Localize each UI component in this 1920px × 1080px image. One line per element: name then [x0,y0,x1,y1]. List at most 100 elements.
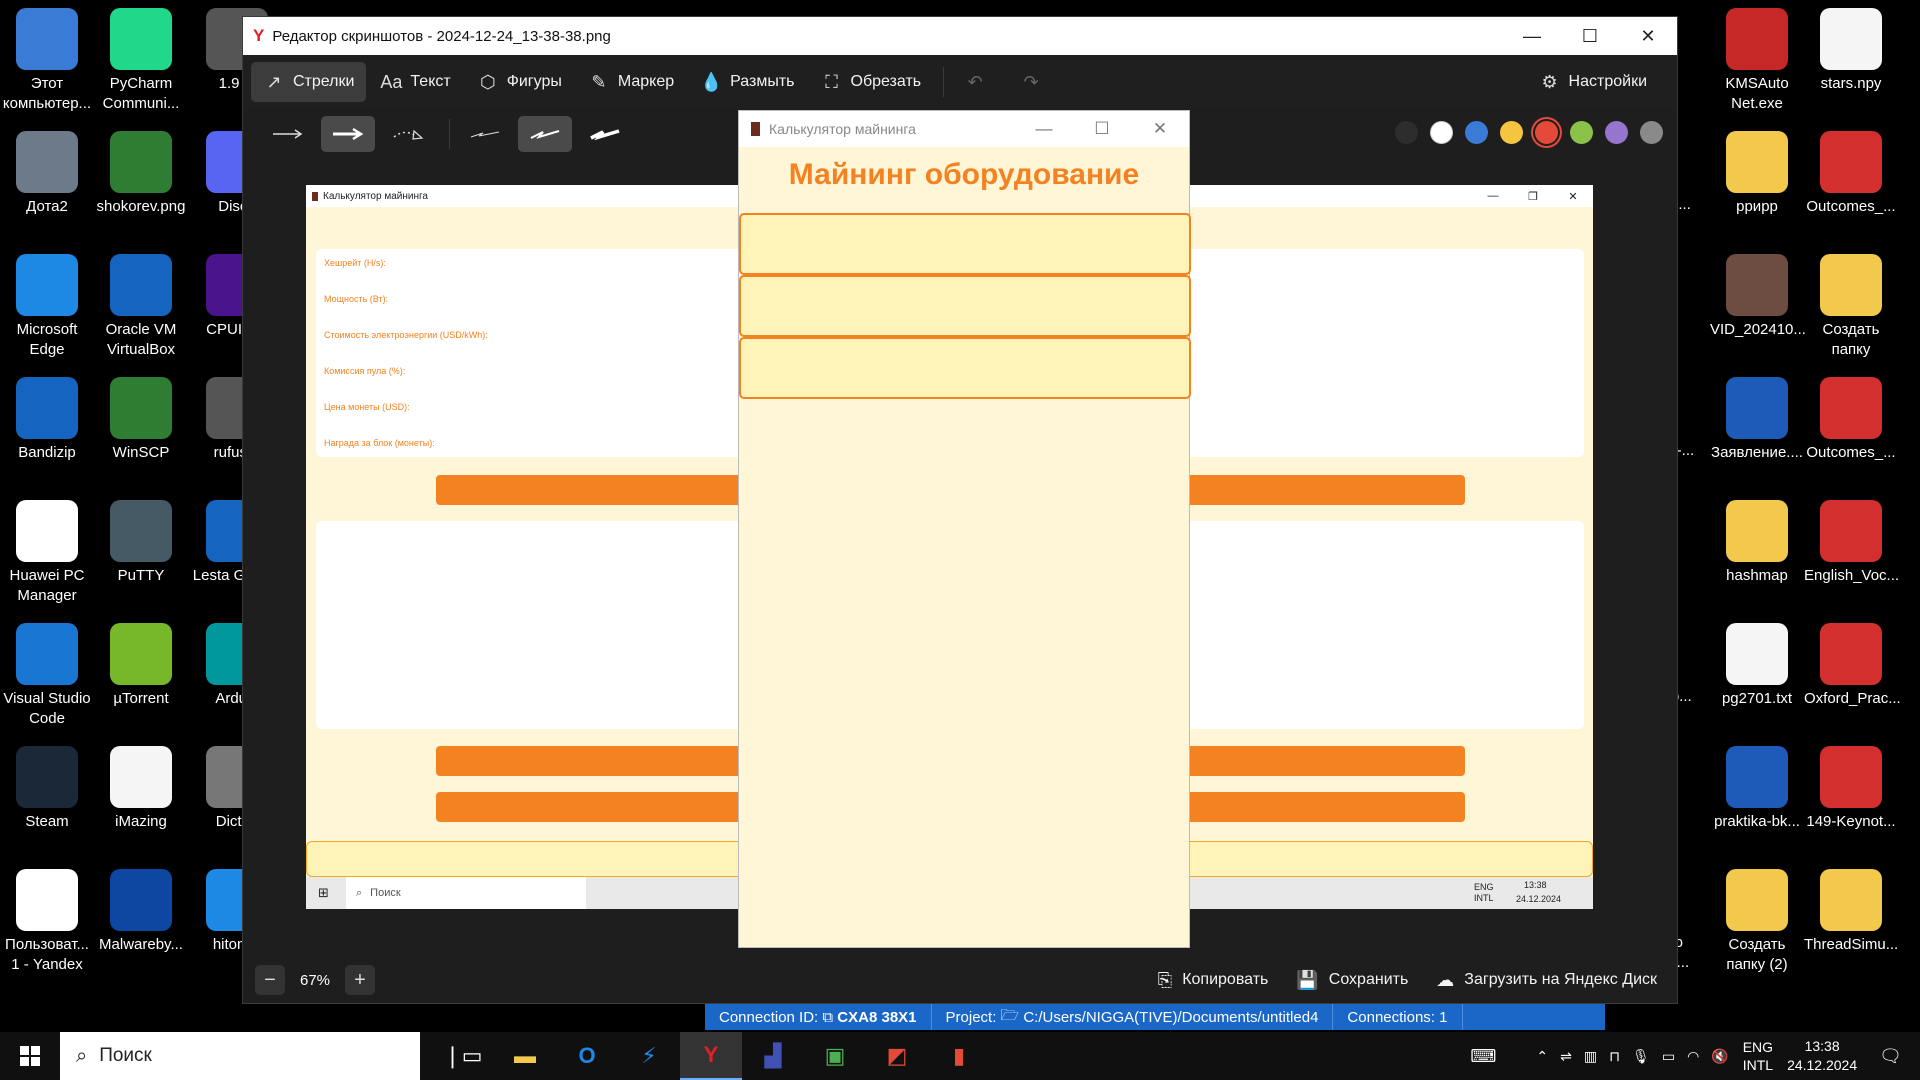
color-swatch[interactable] [1395,121,1418,144]
color-palette [1383,121,1663,144]
desktop-icon[interactable]: Заявление.... [1710,377,1804,463]
undo-button[interactable]: ↶ [952,62,1006,102]
desktop-icon[interactable]: ThreadSimu... [1804,869,1898,955]
desktop-icon[interactable]: stars.npy [1804,8,1898,94]
desktop-icon[interactable]: Outcomes_... [1804,377,1898,463]
color-swatch[interactable] [1535,121,1558,144]
notifications-icon[interactable]: 🗨 [1879,1046,1902,1067]
desktop-icon[interactable]: Visual Studio Code [0,623,94,729]
close-icon[interactable]: ✕ [1619,26,1677,47]
redo-button[interactable]: ↷ [1008,62,1062,102]
line-width-thick[interactable] [578,116,632,152]
line-width-thin[interactable] [458,116,512,152]
zoom-in-button[interactable]: + [345,965,375,995]
color-swatch[interactable] [1465,121,1488,144]
pycharm-taskbar-button[interactable]: ◩ [866,1032,928,1080]
desktop-icon[interactable]: Oxford_Prac... [1804,623,1901,709]
task-view-button[interactable]: ❘▭ [432,1032,494,1080]
desktop-icon[interactable]: English_Voc... [1804,500,1899,586]
keyboard-icon[interactable]: ⌨ [1470,1046,1496,1067]
chart-app-taskbar-button[interactable]: ▟ [742,1032,804,1080]
zoom-out-button[interactable]: − [255,965,285,995]
desktop-icon[interactable]: PyCharm Communi... [94,8,188,114]
desktop-icon[interactable]: hashmap [1710,500,1804,586]
chevron-up-icon[interactable]: ⌃ [1536,1048,1548,1065]
desktop-icon[interactable]: WinSCP [94,377,188,463]
desktop-icon[interactable]: Создать папку (2) [1710,869,1804,975]
taskbar-search[interactable]: ⌕ Поиск [60,1032,420,1080]
network-icon[interactable]: ⇌ [1560,1048,1572,1065]
desktop-app-icon [1820,8,1882,70]
desktop-icon[interactable]: Oracle VM VirtualBox [94,254,188,360]
desktop-icon[interactable]: Дота2 [0,131,94,217]
maximize-icon[interactable]: ☐ [1561,26,1619,47]
tool-shapes[interactable]: ⬡ Фигуры [465,62,574,102]
desktop-icon[interactable]: Huawei PC Manager [0,500,94,606]
calculator-window[interactable]: Калькулятор майнинга — ☐ ✕ Майнинг оборудо… [738,110,1191,948]
copy-button[interactable]: ⎘ Копировать [1158,970,1269,991]
desktop-icon[interactable]: Bandizip [0,377,94,463]
tool-blur[interactable]: 💧 Размыть [688,62,806,102]
color-swatch[interactable] [1570,121,1593,144]
desktop-icon[interactable]: pg2701.txt [1710,623,1804,709]
calculator-close-icon[interactable]: ✕ [1131,119,1189,139]
outlook-taskbar-button[interactable]: O [556,1032,618,1080]
line-width-medium[interactable] [518,116,572,152]
start-button[interactable] [0,1032,60,1080]
upload-yandex-disk-button[interactable]: ☁ Загрузить на Яндекс Диск [1436,970,1657,991]
desktop-icon[interactable]: Microsoft Edge [0,254,94,360]
wifi-icon[interactable]: ◠ [1687,1048,1699,1065]
battery-icon[interactable]: ▭ [1662,1048,1675,1065]
desktop-icon[interactable]: 149-Keynot... [1804,746,1898,832]
desktop-icon[interactable]: Outcomes_... [1804,131,1898,217]
desktop-icon[interactable]: Этот компьютер... [0,8,94,114]
equipment-field[interactable] [739,337,1191,399]
tool-arrows[interactable]: ↗ Стрелки [251,62,367,102]
desktop-icon[interactable]: shokorev.png [94,131,188,217]
desktop-icon[interactable]: praktika-bk... [1710,746,1804,832]
equipment-field[interactable] [739,213,1191,275]
calculator-taskbar-button[interactable]: ▮ [928,1032,990,1080]
desktop-icon[interactable]: ррирр [1710,131,1804,217]
tool-text[interactable]: Aa Текст [368,62,462,102]
arrow-style-dotted[interactable] [381,116,435,152]
audio-meter-icon[interactable]: ▥ [1584,1048,1597,1065]
color-swatch[interactable] [1605,121,1628,144]
calculator-maximize-icon[interactable]: ☐ [1073,119,1131,139]
bandizip-taskbar-button[interactable]: ⚡ [618,1032,680,1080]
desktop-icon[interactable]: iMazing [94,746,188,832]
save-button[interactable]: 💾 Сохранить [1296,970,1408,991]
arrow-style-thick[interactable] [321,116,375,152]
desktop-icon[interactable]: KMSAuto Net.exe [1710,8,1804,114]
desktop-icon[interactable]: VID_202410... [1710,254,1806,340]
tool-crop[interactable]: ⛶ Обрезать [809,62,934,102]
yandex-taskbar-button[interactable]: Y [680,1032,742,1080]
explorer-taskbar-button[interactable]: ▬ [494,1032,556,1080]
terminal-taskbar-button[interactable]: ▣ [804,1032,866,1080]
equipment-field[interactable] [739,275,1191,337]
desktop-icon[interactable]: Steam [0,746,94,832]
arrow-style-thin[interactable] [261,116,315,152]
desktop-icon[interactable]: PuTTY [94,500,188,586]
clock[interactable]: 13:38 24.12.2024 [1787,1037,1857,1075]
settings-button[interactable]: ⚙ Настройки [1527,62,1659,102]
usb-icon[interactable]: ⊓ [1609,1048,1620,1065]
desktop-icon[interactable]: Создать папку [1804,254,1898,360]
color-swatch[interactable] [1430,121,1453,144]
minimize-icon[interactable]: — [1503,26,1561,47]
calculator-minimize-icon[interactable]: — [1015,119,1073,139]
language-indicator[interactable]: ENG INTL [1743,1038,1773,1074]
desktop-icon-label: Bandizip [18,444,76,461]
marker-icon: ✎ [591,71,607,92]
color-swatch[interactable] [1640,121,1663,144]
desktop-icon-label: Этот компьютер... [2,75,92,112]
desktop-icon[interactable]: Пользоват... 1 - Yandex [0,869,94,975]
desktop-icon[interactable]: Malwareby... [94,869,188,955]
tool-marker[interactable]: ✎ Маркер [576,62,686,102]
project-path: Project: 🗁 C:/Users/NIGGA(TIVE)/Document… [932,1004,1334,1030]
desktop-icon[interactable]: µTorrent [94,623,188,709]
thick-stroke-icon [590,129,620,140]
volume-icon[interactable]: 🔇 [1711,1048,1728,1065]
color-swatch[interactable] [1500,121,1523,144]
mic-icon[interactable]: 🎙 [1632,1048,1650,1065]
